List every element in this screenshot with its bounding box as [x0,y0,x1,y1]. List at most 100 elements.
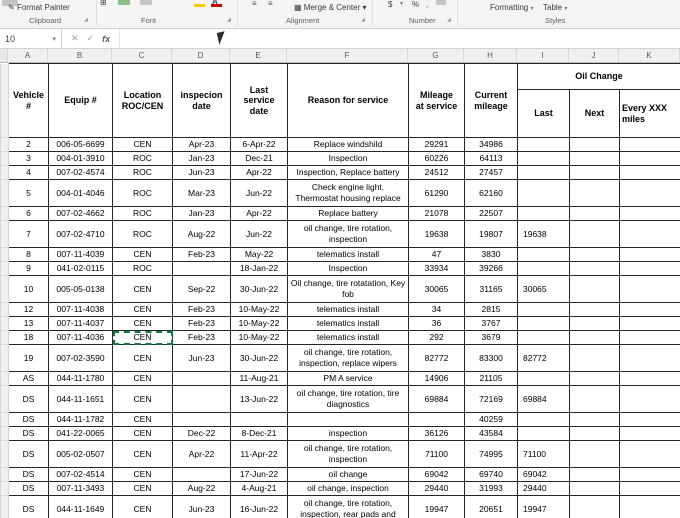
cell-oil_next[interactable] [569,316,620,331]
header-oil-next[interactable]: Next [569,89,620,138]
cell-oil_next[interactable] [569,179,620,207]
cell-oil_last[interactable] [517,179,570,207]
cell-oil_next[interactable] [569,206,620,221]
cell-oil_every[interactable] [618,495,680,518]
increase-decimal-icon[interactable] [436,0,446,5]
column-header-J[interactable]: J [569,49,619,62]
cell-location[interactable]: CEN [112,344,173,372]
cell-oil_next[interactable] [569,247,620,262]
cell-oil_last[interactable] [517,137,570,152]
cell-current_mileage[interactable]: 83300 [464,344,518,372]
cell-oil_next[interactable] [569,261,620,276]
header-reason[interactable]: Reason for service [287,63,409,138]
cell-oil_last[interactable] [517,302,570,317]
formula-input[interactable] [120,29,680,48]
cell-oil_next[interactable] [569,440,620,468]
row-number-stub[interactable] [0,316,9,331]
cell-oil_every[interactable] [618,385,680,413]
cell-inspection[interactable]: Sep-22 [172,275,231,303]
row-number-stub[interactable] [0,412,9,427]
cell-last_service[interactable]: 13-Jun-22 [230,385,288,413]
align-center-icon[interactable]: ≡ [268,0,273,8]
cell-mileage_at_service[interactable]: 29440 [408,481,465,496]
cell-last_service[interactable] [230,412,288,427]
cell-equip[interactable]: 007-11-4036 [48,330,113,345]
cell-reason[interactable]: Oil change, tire rotatation, Key fob [287,275,409,303]
header-mileage-at-service[interactable]: Mileage at service [408,63,465,138]
cell-oil_next[interactable] [569,137,620,152]
cell-last_service[interactable]: 10-May-22 [230,316,288,331]
select-all-corner[interactable] [0,49,8,62]
row-number-stub[interactable] [0,220,9,248]
cell-oil_next[interactable] [569,467,620,482]
cell-oil_next[interactable] [569,302,620,317]
row-number-stub[interactable] [0,261,9,276]
column-header-K[interactable]: K [619,49,680,62]
cell-vehicle[interactable]: DS [8,495,49,518]
row-header-stub[interactable] [0,63,9,138]
cell-inspection[interactable]: Jun-23 [172,495,231,518]
cell-inspection[interactable]: Aug-22 [172,220,231,248]
cell-last_service[interactable]: 4-Aug-21 [230,481,288,496]
cell-location[interactable]: CEN [112,440,173,468]
cell-equip[interactable]: 044-11-1782 [48,412,113,427]
cell-inspection[interactable] [172,385,231,413]
cell-reason[interactable]: Inspection [287,261,409,276]
cell-inspection[interactable]: Jun-23 [172,165,231,180]
cell-location[interactable]: CEN [112,481,173,496]
cell-vehicle[interactable]: 7 [8,220,49,248]
header-last-service-date[interactable]: Last service date [230,63,288,138]
cell-current_mileage[interactable]: 40259 [464,412,518,427]
cell-equip[interactable]: 007-11-4037 [48,316,113,331]
column-header-G[interactable]: G [408,49,464,62]
row-number-stub[interactable] [0,151,9,166]
cell-oil_every[interactable] [618,412,680,427]
cell-equip[interactable]: 005-05-0138 [48,275,113,303]
cell-mileage_at_service[interactable]: 69042 [408,467,465,482]
cell-current_mileage[interactable]: 19807 [464,220,518,248]
cell-reason[interactable]: oil change, tire rotation, inspection [287,440,409,468]
cell-reason[interactable]: telematics install [287,302,409,317]
cell-reason[interactable]: telematics install [287,316,409,331]
cell-vehicle[interactable]: 3 [8,151,49,166]
cell-last_service[interactable]: 30-Jun-22 [230,275,288,303]
cell-location[interactable]: CEN [112,467,173,482]
cell-oil_next[interactable] [569,371,620,386]
cell-oil_every[interactable] [618,426,680,441]
column-header-E[interactable]: E [230,49,287,62]
cell-current_mileage[interactable]: 43584 [464,426,518,441]
currency-caret-icon[interactable]: ▾ [400,0,403,7]
cell-mileage_at_service[interactable]: 292 [408,330,465,345]
cell-current_mileage[interactable]: 3767 [464,316,518,331]
cell-mileage_at_service[interactable]: 24512 [408,165,465,180]
cell-last_service[interactable]: Jun-22 [230,220,288,248]
cell-mileage_at_service[interactable]: 36126 [408,426,465,441]
merge-center-button[interactable]: ▦ Merge & Center ▾ [294,3,367,12]
cell-last_service[interactable]: 17-Jun-22 [230,467,288,482]
cell-current_mileage[interactable]: 72169 [464,385,518,413]
cell-vehicle[interactable]: 6 [8,206,49,221]
cell-equip[interactable]: 005-02-0507 [48,440,113,468]
cell-vehicle[interactable]: 8 [8,247,49,262]
cell-location[interactable]: ROC [112,179,173,207]
cell-inspection[interactable]: Feb-23 [172,302,231,317]
cell-vehicle[interactable]: 4 [8,165,49,180]
conditional-formatting-button[interactable]: Formatting ▾ [490,3,533,12]
cell-reason[interactable] [287,412,409,427]
cell-oil_every[interactable] [618,247,680,262]
cell-mileage_at_service[interactable]: 61290 [408,179,465,207]
format-as-table-button[interactable]: Table ▾ [543,3,567,12]
header-inspection-date[interactable]: inspecion date [172,63,231,138]
cell-vehicle[interactable]: DS [8,467,49,482]
row-number-stub[interactable] [0,179,9,207]
cell-vehicle[interactable]: DS [8,412,49,427]
cell-oil_next[interactable] [569,151,620,166]
row-number-stub[interactable] [0,206,9,221]
header-equip[interactable]: Equip # [48,63,113,138]
cell-vehicle[interactable]: 19 [8,344,49,372]
cell-equip[interactable]: 007-02-3590 [48,344,113,372]
cut-copy-stub-icon[interactable] [118,0,130,5]
column-header-B[interactable]: B [48,49,112,62]
cell-oil_next[interactable] [569,426,620,441]
cell-equip[interactable]: 004-01-3910 [48,151,113,166]
